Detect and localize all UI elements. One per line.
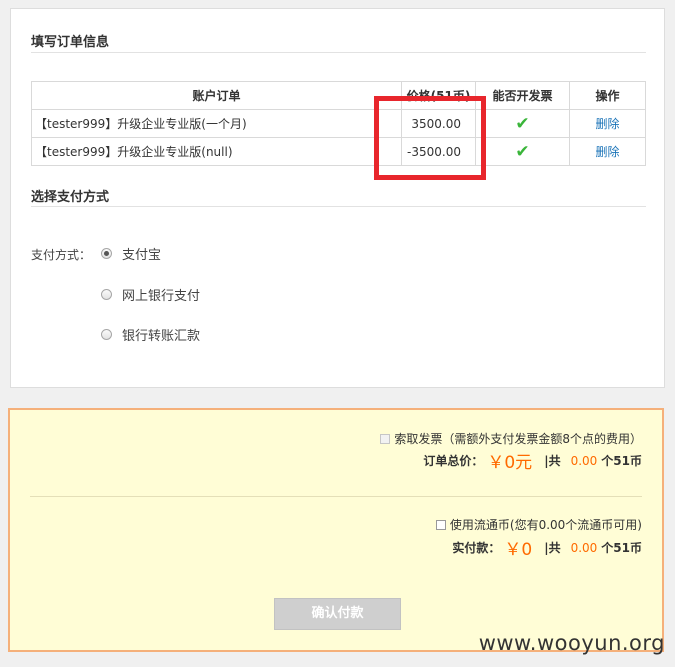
delete-link[interactable]: 删除 [595,145,619,159]
payment-method-divider [31,206,646,207]
order-name: 【tester999】升级企业专业版(一个月) [31,109,402,138]
action-cell: 删除 [569,109,646,138]
order-table-header: 账户订单 价格(51币) 能否开发票 操作 [31,81,646,110]
use-coin-label: 使用流通币(您有0.00个流通币可用) [449,518,642,532]
column-header-account-order: 账户订单 [31,81,402,110]
payment-option-label: 网上银行支付 [122,289,201,304]
actual-payment-coin-unit: 个51币 [601,541,642,555]
payment-option-label: 银行转账汇款 [122,329,201,344]
table-row: 【tester999】升级企业专业版(null) -3500.00 ✔ 删除 [31,137,646,166]
radio-button[interactable] [101,329,112,340]
watermark: www.wooyun.org [478,631,665,655]
invoice-checkbox[interactable] [380,433,391,444]
payment-summary-panel: 索取发票（需额外支付发票金额8个点的费用） 订单总价： ￥0元 |共 0.00 … [8,408,664,652]
order-price: -3500.00 [401,137,476,166]
payment-option-alipay[interactable]: 支付宝 [101,244,161,263]
order-total-row: 订单总价： ￥0元 |共 0.00 个51币 [423,448,642,473]
summary-divider [30,496,642,497]
payment-option-label: 支付宝 [122,248,162,263]
actual-payment-value: ￥0 [504,540,533,560]
order-total-label: 订单总价： [423,454,484,468]
actual-payment-label: 实付款： [452,541,501,555]
radio-button[interactable] [101,289,112,300]
column-header-price: 价格(51币) [401,81,476,110]
invoice-status: ✔ [475,137,570,166]
order-total-value: ￥0元 [487,453,533,473]
order-info-title: 填写订单信息 [31,35,110,50]
actual-payment-row: 实付款： ￥0 |共 0.00 个51币 [452,535,642,560]
confirm-payment-button[interactable]: 确认付款 [274,598,401,630]
action-cell: 删除 [569,137,646,166]
column-header-invoice: 能否开发票 [475,81,570,110]
table-row: 【tester999】升级企业专业版(一个月) 3500.00 ✔ 删除 [31,109,646,138]
order-panel: 填写订单信息 账户订单 价格(51币) 能否开发票 操作 【tester999】… [10,8,665,388]
order-info-divider [31,52,646,53]
payment-option-bank-transfer[interactable]: 银行转账汇款 [101,325,200,344]
invoice-status: ✔ [475,109,570,138]
invoice-request-label: 索取发票（需额外支付发票金额8个点的费用） [394,432,642,446]
order-total-separator: |共 [544,454,561,468]
order-table: 账户订单 价格(51币) 能否开发票 操作 【tester999】升级企业专业版… [31,81,646,166]
order-total-coins: 0.00 [570,453,598,468]
use-coin-checkbox[interactable] [435,519,446,530]
actual-payment-coins: 0.00 [570,540,598,555]
column-header-action: 操作 [569,81,646,110]
order-total-coin-unit: 个51币 [601,454,642,468]
payment-method-title: 选择支付方式 [31,190,110,205]
payment-option-online-banking[interactable]: 网上银行支付 [101,285,200,304]
use-coin-row[interactable]: 使用流通币(您有0.00个流通币可用) [435,516,642,533]
order-name: 【tester999】升级企业专业版(null) [31,137,402,166]
check-icon: ✔ [515,141,530,162]
actual-payment-separator: |共 [544,541,561,555]
payment-method-label: 支付方式： [31,248,92,262]
order-price: 3500.00 [401,109,476,138]
check-icon: ✔ [515,113,530,134]
radio-button-selected[interactable] [101,248,112,259]
invoice-request-row[interactable]: 索取发票（需额外支付发票金额8个点的费用） [380,430,642,447]
delete-link[interactable]: 删除 [595,117,619,131]
